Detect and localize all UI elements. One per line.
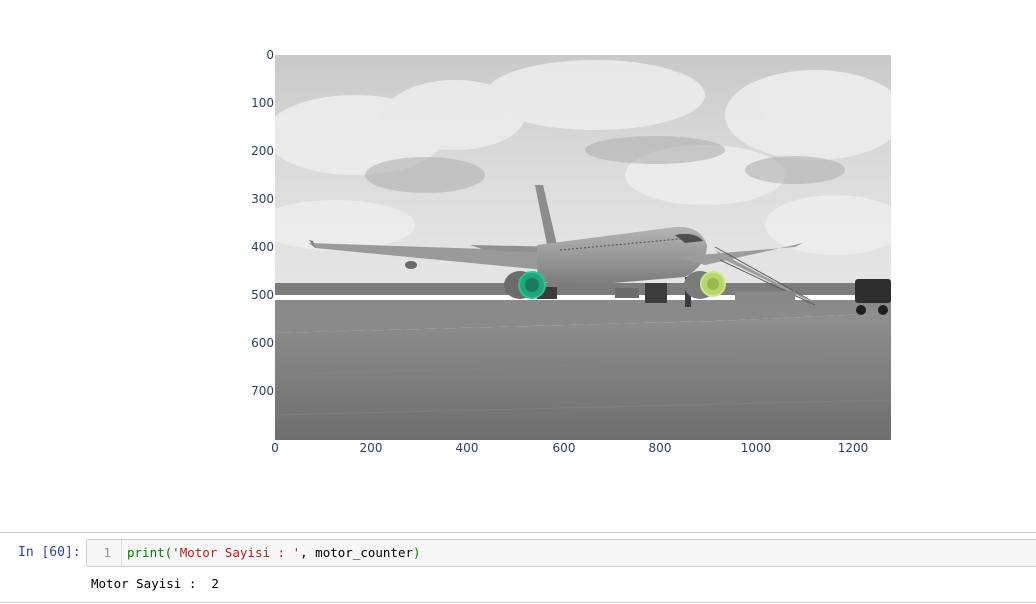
- code-line[interactable]: print('Motor Sayisi : ', motor_counter): [127, 545, 421, 560]
- x-tick: 0: [271, 441, 279, 455]
- y-tick: 300: [251, 192, 274, 206]
- y-tick: 400: [251, 240, 274, 254]
- y-tick: 100: [251, 96, 274, 110]
- code-paren-close: ): [413, 545, 421, 560]
- cell-divider: [0, 602, 1036, 603]
- y-tick: 200: [251, 144, 274, 158]
- code-string: 'Motor Sayisi : ': [172, 545, 301, 560]
- x-tick: 200: [359, 441, 383, 455]
- y-tick: 600: [251, 336, 274, 350]
- x-tick: 400: [455, 441, 479, 455]
- code-separator: ,: [300, 545, 316, 560]
- plot-output: 0 100 200 300 400 500 600 700 0 200 400 …: [0, 0, 1036, 470]
- code-editor[interactable]: 1 print('Motor Sayisi : ', motor_counter…: [86, 539, 1036, 567]
- x-tick: 800: [648, 441, 672, 455]
- line-gutter: 1: [87, 540, 122, 566]
- x-tick: 600: [552, 441, 576, 455]
- engine-highlight-right: [684, 271, 726, 299]
- notebook-page: 0 100 200 300 400 500 600 700 0 200 400 …: [0, 0, 1036, 604]
- x-tick: 1000: [740, 441, 772, 455]
- cell-output: Motor Sayisi : 2: [91, 576, 219, 591]
- x-tick: 1200: [837, 441, 869, 455]
- y-tick: 500: [251, 288, 274, 302]
- code-variable: motor_counter: [315, 545, 414, 560]
- y-tick: 700: [251, 384, 274, 398]
- cell-divider: [0, 532, 1036, 533]
- line-number: 1: [103, 545, 111, 560]
- code-function: print: [127, 545, 165, 560]
- input-prompt: In [60]:: [18, 545, 81, 560]
- engine-highlight-left: [504, 271, 546, 299]
- airplane-image: [275, 55, 891, 440]
- y-tick: 0: [266, 48, 274, 62]
